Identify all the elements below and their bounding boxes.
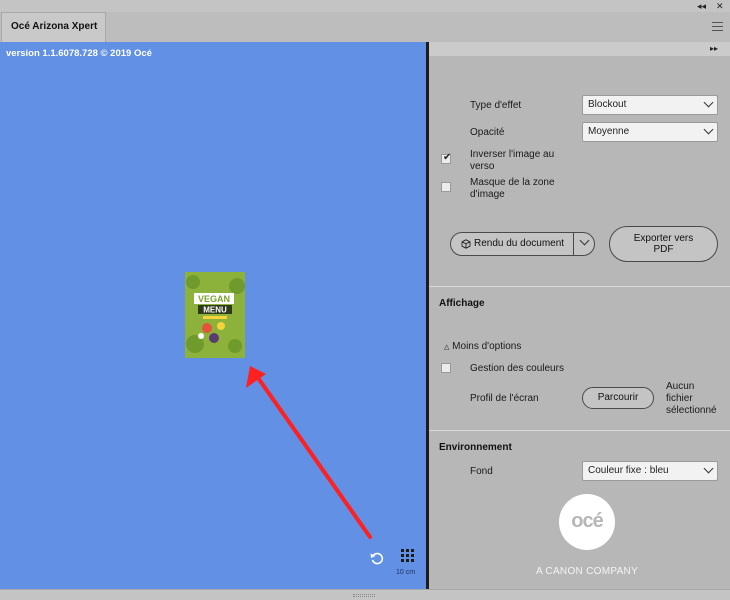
display-section-title: Affichage xyxy=(439,298,485,309)
environment-section-title: Environnement xyxy=(439,442,512,453)
opacity-label: Opacité xyxy=(470,127,505,138)
annotation-arrow xyxy=(246,366,372,539)
invert-image-label: Inverser l'image au verso xyxy=(470,149,554,173)
top-strip xyxy=(0,0,730,12)
expand-icon[interactable]: ▸▸ xyxy=(710,44,718,53)
canon-tagline: A CANON COMPANY xyxy=(535,566,639,577)
no-file-selected-text: Aucun fichier sélectionné xyxy=(666,381,717,417)
collapse-panels-icon[interactable]: ◂◂ xyxy=(697,1,706,11)
background-select[interactable]: Couleur fixe : bleu xyxy=(582,461,718,481)
scale-label: 10 cm xyxy=(396,569,416,576)
browse-button[interactable]: Parcourir xyxy=(582,387,654,409)
export-pdf-label-line1: Exporter vers xyxy=(633,233,694,244)
effect-type-value: Blockout xyxy=(588,99,627,110)
color-management-checkbox[interactable] xyxy=(441,363,451,373)
oce-logo: océ xyxy=(559,494,615,550)
color-management-label: Gestion des couleurs xyxy=(470,363,564,374)
panel-tab[interactable]: Océ Arizona Xpert xyxy=(1,12,106,42)
background-label: Fond xyxy=(470,466,493,477)
hamburger-icon[interactable] xyxy=(712,22,723,31)
render-document-split-button: Rendu du document xyxy=(450,232,595,256)
preview-canvas[interactable]: version 1.1.6078.728 © 2019 Océ VEGAN ME… xyxy=(0,42,426,589)
export-pdf-button[interactable]: Exporter vers PDF xyxy=(609,226,718,262)
section-separator xyxy=(429,286,730,287)
triangle-up-icon: △ xyxy=(444,344,450,351)
render-document-button[interactable]: Rendu du document xyxy=(451,233,573,255)
section-separator xyxy=(429,430,730,431)
no-file-line1: Aucun xyxy=(666,381,695,392)
checkmark-icon: ✔ xyxy=(443,152,452,163)
mask-image-label: Masque de la zone d'image xyxy=(470,177,555,201)
mask-image-label-line1: Masque de la zone xyxy=(470,177,555,188)
invert-image-label-line1: Inverser l'image au xyxy=(470,149,555,160)
chevron-down-icon xyxy=(703,97,714,108)
cube-icon xyxy=(461,239,471,249)
render-options-dropdown[interactable] xyxy=(574,233,594,255)
mask-image-checkbox[interactable] xyxy=(441,182,451,192)
settings-panel: ▸▸ Type d'effet Blockout Opacité Moyenne… xyxy=(429,42,730,589)
less-options-toggle[interactable]: △ Moins d'options xyxy=(444,341,521,352)
grid-icon[interactable] xyxy=(401,549,414,562)
rotate-icon[interactable] xyxy=(369,550,385,566)
export-pdf-label-line2: PDF xyxy=(653,244,674,255)
mask-image-label-line2: d'image xyxy=(470,189,505,200)
chevron-down-icon xyxy=(703,124,714,135)
no-file-line3: sélectionné xyxy=(666,405,717,416)
chevron-down-icon xyxy=(703,463,714,474)
invert-image-checkbox[interactable]: ✔ xyxy=(441,152,452,164)
render-document-label: Rendu du document xyxy=(474,238,565,249)
chevron-down-icon xyxy=(579,235,590,246)
effect-type-label: Type d'effet xyxy=(470,100,522,111)
effect-type-select[interactable]: Blockout xyxy=(582,95,718,115)
invert-image-label-line2: verso xyxy=(470,161,495,172)
screen-profile-label: Profil de l'écran xyxy=(470,393,539,404)
title-bar: ◂◂ ✕ Océ Arizona Xpert xyxy=(0,0,730,42)
less-options-label: Moins d'options xyxy=(452,341,522,352)
resize-grip[interactable] xyxy=(353,594,375,597)
opacity-value: Moyenne xyxy=(588,126,630,137)
bottom-bar xyxy=(0,589,730,600)
no-file-line2: fichier xyxy=(666,393,693,404)
close-icon[interactable]: ✕ xyxy=(716,1,724,11)
panel-header: ▸▸ xyxy=(429,42,730,56)
background-value: Couleur fixe : bleu xyxy=(588,465,669,476)
opacity-select[interactable]: Moyenne xyxy=(582,122,718,142)
